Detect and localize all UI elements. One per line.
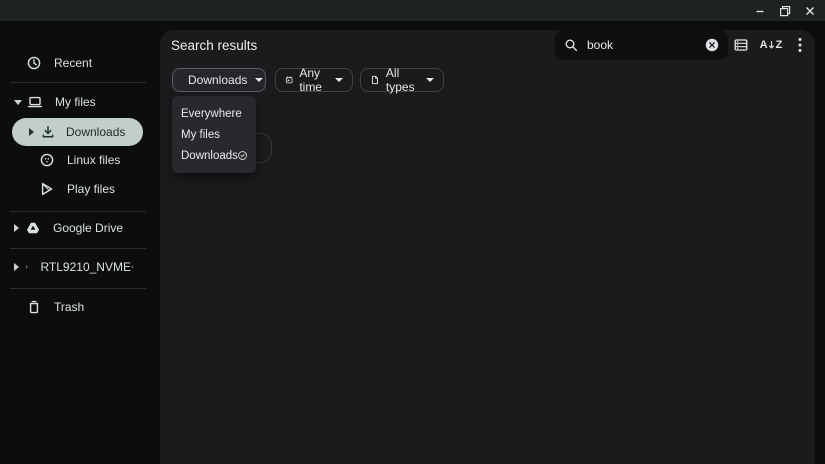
google-drive-icon — [27, 222, 39, 234]
chevron-right-icon[interactable] — [29, 128, 34, 136]
sidebar-item-downloads-selected[interactable]: Downloads — [12, 118, 143, 146]
menu-item-my-files[interactable]: My files — [172, 124, 256, 145]
chevron-down-icon — [335, 78, 343, 82]
close-button[interactable] — [802, 3, 818, 19]
sidebar-item-label: My files — [55, 95, 96, 109]
filter-chip-label: All types — [385, 66, 415, 94]
play-icon — [41, 182, 53, 196]
more-options-button[interactable] — [790, 35, 810, 55]
sidebar-item-google-drive[interactable]: Google Drive — [0, 215, 160, 241]
view-toggle-button[interactable] — [731, 35, 751, 55]
download-icon — [42, 126, 54, 138]
restore-icon — [780, 5, 791, 16]
minimize-icon — [756, 10, 764, 12]
sort-button[interactable]: AZ — [759, 35, 783, 55]
file-icon — [371, 75, 378, 85]
search-icon — [565, 39, 578, 52]
trash-icon — [29, 300, 39, 314]
filter-chip-time[interactable]: Any time — [275, 66, 353, 94]
sidebar-item-play-files[interactable]: Play files — [0, 176, 160, 202]
sidebar-divider — [10, 82, 146, 83]
search-box[interactable] — [555, 30, 728, 60]
eject-icon[interactable] — [131, 260, 134, 274]
page-title: Search results — [171, 38, 258, 53]
filter-chip-label: Any time — [299, 66, 322, 94]
location-filter-menu: Everywhere My files Downloads — [172, 96, 256, 173]
penguin-icon — [40, 153, 54, 167]
chevron-right-icon[interactable] — [14, 224, 19, 232]
sidebar-item-label: Downloads — [66, 125, 126, 139]
sidebar-item-label: Play files — [67, 182, 116, 196]
restore-button[interactable] — [777, 3, 793, 19]
sidebar-item-label: Trash — [54, 300, 85, 314]
sidebar-divider — [10, 211, 146, 212]
window-titlebar — [0, 0, 825, 21]
chevron-down-icon — [255, 78, 264, 82]
menu-item-label: Downloads — [181, 149, 238, 162]
filter-chip-location[interactable]: Downloads — [172, 68, 266, 92]
menu-item-label: My files — [181, 128, 220, 141]
clear-search-icon[interactable] — [705, 38, 719, 52]
laptop-icon — [27, 96, 43, 108]
sidebar-item-label: Google Drive — [53, 221, 124, 235]
filter-chip-type[interactable]: All types — [360, 66, 444, 94]
sidebar-item-linux-files[interactable]: Linux files — [0, 147, 160, 173]
filter-chip-label: Downloads — [188, 73, 248, 87]
chevron-right-icon[interactable] — [14, 263, 19, 271]
sidebar-item-usb-drive[interactable]: RTL9210_NVME — [0, 254, 160, 280]
sidebar-divider — [10, 248, 146, 249]
sort-az-icon: AZ — [759, 39, 783, 51]
menu-item-downloads[interactable]: Downloads — [172, 145, 256, 166]
menu-item-label: Everywhere — [181, 107, 242, 120]
menu-item-everywhere[interactable]: Everywhere — [172, 103, 256, 124]
check-circle-icon — [238, 151, 247, 160]
calendar-icon — [285, 76, 293, 84]
sidebar-item-label: RTL9210_NVME — [40, 260, 131, 274]
chevron-down-icon — [426, 78, 434, 82]
usb-icon — [25, 265, 28, 269]
main-panel: Search results AZ Downloads — [160, 30, 815, 464]
sidebar-item-trash[interactable]: Trash — [0, 294, 160, 320]
sidebar-item-my-files[interactable]: My files — [0, 89, 160, 115]
chevron-down-icon[interactable] — [14, 99, 22, 105]
sidebar-item-label: Linux files — [67, 153, 121, 167]
kebab-menu-icon — [798, 38, 802, 52]
sidebar-item-recent[interactable]: Recent — [0, 50, 160, 76]
minimize-button[interactable] — [752, 3, 768, 19]
sidebar-divider — [10, 288, 146, 289]
sidebar: Recent My files Downloads Linux files Pl… — [0, 21, 160, 464]
search-input[interactable] — [587, 38, 696, 52]
clock-icon — [27, 56, 41, 70]
sidebar-item-label: Recent — [54, 56, 93, 70]
list-view-icon — [734, 39, 748, 51]
close-icon — [806, 6, 814, 15]
